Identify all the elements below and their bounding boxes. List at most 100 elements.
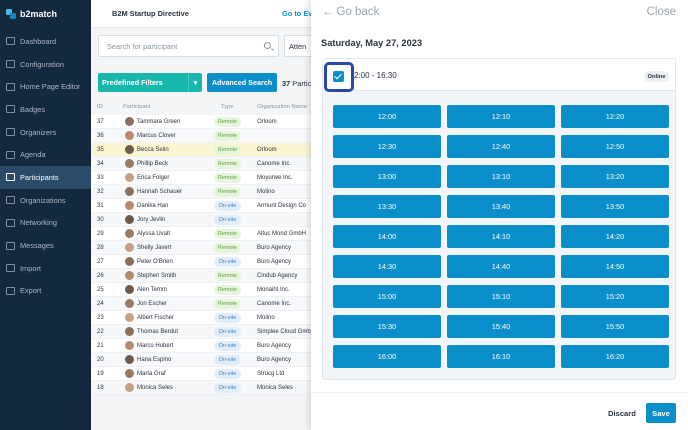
table-row[interactable]: 35 Becca Selin Remote Orloom: [91, 143, 321, 157]
search-icon[interactable]: [264, 42, 271, 49]
participant-name[interactable]: Tammara Green: [137, 119, 180, 125]
sidebar-item-configuration[interactable]: Configuration: [0, 53, 91, 76]
participant-name[interactable]: Hana Espino: [137, 357, 171, 363]
avatar: [125, 383, 134, 392]
participant-name[interactable]: Becca Selin: [137, 147, 169, 153]
participant-name[interactable]: Erica Folger: [137, 175, 169, 181]
type-badge: Remote: [214, 117, 241, 127]
participant-name[interactable]: Alen Temm: [137, 287, 167, 293]
timeslot-button[interactable]: 12:30: [333, 135, 441, 158]
timeslot-button[interactable]: 15:40: [447, 315, 555, 338]
table-row[interactable]: 18 Monica Seles On-site Monica Seles: [91, 381, 321, 395]
table-row[interactable]: 26 Stephen Smith Remote Cindub Agency: [91, 269, 321, 283]
timeslot-button[interactable]: 16:10: [447, 345, 555, 368]
sidebar-item-export[interactable]: Export: [0, 280, 91, 303]
sidebar-item-import[interactable]: Import: [0, 257, 91, 280]
sidebar-item-home-page-editor[interactable]: Home Page Editor: [0, 75, 91, 98]
timeslot-button[interactable]: 12:20: [561, 105, 669, 128]
sidebar-item-messages[interactable]: Messages: [0, 234, 91, 257]
participant-name[interactable]: Jon Escher: [137, 301, 167, 307]
organization-name: Buro Agency: [257, 258, 292, 265]
timeslot-button[interactable]: 12:10: [447, 105, 555, 128]
timeslot-button[interactable]: 15:00: [333, 285, 441, 308]
participant-name[interactable]: Monica Seles: [137, 385, 173, 391]
sidebar-item-organizations[interactable]: Organizations: [0, 189, 91, 212]
table-row[interactable]: 30 Jory Jevlin On-site: [91, 213, 321, 227]
timeslot-button[interactable]: 14:10: [447, 225, 555, 248]
table-row[interactable]: 28 Shelly Javert Remote Buro Agency: [91, 241, 321, 255]
timeslot-button[interactable]: 13:00: [333, 165, 441, 188]
column-organization[interactable]: Organization Name: [257, 104, 307, 110]
table-row[interactable]: 31 Danika Han On-site Armunt Design Co: [91, 199, 321, 213]
search-input[interactable]: Search for participant: [98, 35, 279, 57]
table-row[interactable]: 37 Tammara Green Remote Orloom: [91, 115, 321, 129]
predefined-filters-button[interactable]: Predefined Filters ▾: [98, 73, 202, 92]
participant-name[interactable]: Marta Graf: [137, 371, 166, 377]
timeslot-button[interactable]: 14:40: [447, 255, 555, 278]
go-to-event-link[interactable]: Go to Ev: [282, 9, 312, 18]
table-row[interactable]: 24 Jon Escher Remote Canome Inc.: [91, 297, 321, 311]
timeslot-button[interactable]: 14:30: [333, 255, 441, 278]
column-type[interactable]: Type: [221, 104, 234, 110]
sidebar-item-badges[interactable]: Badges: [0, 98, 91, 121]
timeslot-button[interactable]: 15:30: [333, 315, 441, 338]
table-row[interactable]: 20 Hana Espino On-site Buro Agency: [91, 353, 321, 367]
timeslot-button[interactable]: 14:50: [561, 255, 669, 278]
sidebar-item-organizers[interactable]: Organizers: [0, 121, 91, 144]
timeslot-button[interactable]: 16:20: [561, 345, 669, 368]
participant-name[interactable]: Shelly Javert: [137, 245, 171, 251]
table-row[interactable]: 23 Albert Fischer On-site Molino: [91, 311, 321, 325]
table-row[interactable]: 22 Thomas Berdut On-site Simplee Cloud Gmb: [91, 325, 321, 339]
participant-name[interactable]: Jory Jevlin: [137, 217, 165, 223]
participant-name[interactable]: Hannah Schauer: [137, 189, 182, 195]
participant-name[interactable]: Marco Hubert: [137, 343, 173, 349]
participant-name[interactable]: Marcus Clover: [137, 133, 176, 139]
sidebar-item-dashboard[interactable]: Dashboard: [0, 30, 91, 53]
select-all-checkbox[interactable]: [333, 71, 344, 82]
participant-name[interactable]: Albert Fischer: [137, 315, 174, 321]
close-button[interactable]: Close: [647, 6, 676, 18]
go-back-button[interactable]: ← Go back: [322, 6, 379, 18]
timeslot-button[interactable]: 16:00: [333, 345, 441, 368]
timeslot-button[interactable]: 13:50: [561, 195, 669, 218]
participant-name[interactable]: Peter O'Brien: [137, 259, 173, 265]
chevron-down-icon[interactable]: ▾: [188, 73, 202, 92]
save-button[interactable]: Save: [646, 403, 676, 423]
row-id: 29: [97, 230, 104, 237]
column-id[interactable]: ID: [97, 104, 103, 110]
timeslot-button[interactable]: 14:20: [561, 225, 669, 248]
brand[interactable]: b2match: [0, 0, 91, 28]
participant-name[interactable]: Danika Han: [137, 203, 168, 209]
timeslot-button[interactable]: 12:40: [447, 135, 555, 158]
participant-name[interactable]: Stephen Smith: [137, 273, 176, 279]
timeslot-button[interactable]: 13:20: [561, 165, 669, 188]
table-row[interactable]: 34 Phillip Beck Remote Canome Inc.: [91, 157, 321, 171]
participant-name[interactable]: Thomas Berdut: [137, 329, 178, 335]
timeslot-button[interactable]: 13:10: [447, 165, 555, 188]
table-row[interactable]: 21 Marco Hubert On-site Buro Agency: [91, 339, 321, 353]
table-row[interactable]: 33 Erica Folger Remote Moyurwe Inc.: [91, 171, 321, 185]
timeslot-button[interactable]: 15:10: [447, 285, 555, 308]
timeslot-button[interactable]: 13:40: [447, 195, 555, 218]
participant-name[interactable]: Alyssa Uvalt: [137, 231, 170, 237]
table-row[interactable]: 19 Marta Graf On-site Strucg Ltd: [91, 367, 321, 381]
sidebar-item-networking[interactable]: Networking: [0, 212, 91, 235]
participant-name[interactable]: Phillip Beck: [137, 161, 168, 167]
timeslot-button[interactable]: 15:50: [561, 315, 669, 338]
advanced-search-button[interactable]: Advanced Search: [207, 73, 277, 92]
table-row[interactable]: 25 Alen Temm Remote Monaiht Inc.: [91, 283, 321, 297]
table-row[interactable]: 27 Peter O'Brien On-site Buro Agency: [91, 255, 321, 269]
sidebar-item-participants[interactable]: Participants: [0, 166, 91, 189]
timeslot-button[interactable]: 14:00: [333, 225, 441, 248]
timeslot-button[interactable]: 13:30: [333, 195, 441, 218]
timeslot-button[interactable]: 12:00: [333, 105, 441, 128]
sidebar-item-agenda[interactable]: Agenda: [0, 143, 91, 166]
column-participant[interactable]: Participant: [123, 104, 150, 110]
messages-icon: [6, 241, 15, 250]
timeslot-button[interactable]: 15:20: [561, 285, 669, 308]
table-row[interactable]: 29 Alyssa Uvalt Remote Altuc Mond GmbH: [91, 227, 321, 241]
table-row[interactable]: 32 Hannah Schauer Remote Molino: [91, 185, 321, 199]
discard-button[interactable]: Discard: [608, 409, 636, 418]
table-row[interactable]: 36 Marcus Clover Remote: [91, 129, 321, 143]
timeslot-button[interactable]: 12:50: [561, 135, 669, 158]
